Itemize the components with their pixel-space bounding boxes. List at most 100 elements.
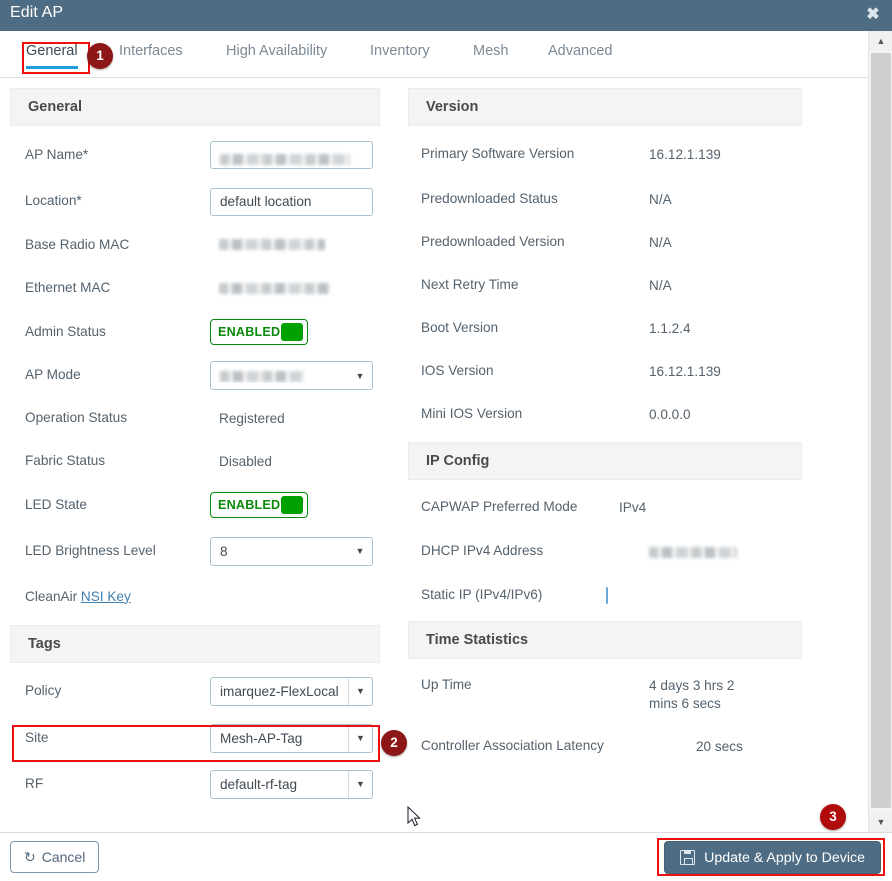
tab-active-underline	[26, 66, 78, 69]
chevron-down-icon[interactable]: ▼	[348, 677, 372, 705]
tab-mesh[interactable]: Mesh	[473, 43, 508, 59]
admin-status-control: ENABLED	[210, 319, 380, 345]
row-rf-tag: RF default-rf-tag ▼	[10, 761, 380, 807]
predownloaded-version-value: N/A	[649, 235, 672, 250]
tab-interfaces[interactable]: Interfaces	[119, 43, 183, 59]
up-time-label: Up Time	[421, 677, 472, 692]
tab-inventory[interactable]: Inventory	[370, 43, 430, 59]
row-led-brightness: LED Brightness Level 8 ▼	[10, 527, 380, 575]
ethernet-mac-control	[210, 280, 380, 298]
scrollbar-thumb[interactable]	[871, 53, 891, 808]
row-operation-status: Operation Status Registered	[10, 397, 380, 440]
row-predownloaded-status: Predownloaded Status N/A	[408, 178, 802, 221]
row-up-time: Up Time 4 days 3 hrs 2 mins 6 secs	[408, 663, 802, 725]
update-apply-to-device-button[interactable]: Update & Apply to Device	[664, 841, 881, 874]
admin-status-toggle[interactable]: ENABLED	[210, 319, 308, 345]
ap-name-redacted-value	[220, 153, 350, 165]
vertical-scrollbar[interactable]: ▲ ▼	[868, 31, 892, 832]
version-rows: Primary Software Version 16.12.1.139 Pre…	[408, 126, 802, 436]
ap-mode-redacted-value	[220, 370, 304, 382]
row-ap-name: AP Name*	[10, 130, 380, 180]
row-ap-mode: AP Mode ▼	[10, 354, 380, 397]
operation-status-label: Operation Status	[25, 410, 128, 425]
close-icon[interactable]: ✖	[862, 5, 884, 27]
scroll-up-arrow-icon[interactable]: ▲	[869, 31, 892, 51]
update-apply-button-label: Update & Apply to Device	[704, 849, 865, 866]
tab-high-availability[interactable]: High Availability	[226, 43, 327, 59]
row-primary-software-version: Primary Software Version 16.12.1.139	[408, 130, 802, 178]
section-header-tags: Tags	[10, 625, 380, 663]
row-predownloaded-version: Predownloaded Version N/A	[408, 221, 802, 264]
static-ip-control	[606, 586, 608, 604]
ap-mode-label: AP Mode	[25, 367, 81, 382]
row-fabric-status: Fabric Status Disabled	[10, 440, 380, 483]
led-state-toggle-label: ENABLED	[218, 498, 281, 512]
row-base-radio-mac: Base Radio MAC	[10, 223, 380, 267]
dhcp-ipv4-address-value	[649, 544, 737, 559]
boot-version-label: Boot Version	[421, 320, 499, 335]
chevron-down-icon[interactable]: ▼	[348, 724, 372, 752]
cleanair-label: CleanAir NSI Key	[25, 589, 131, 606]
row-ios-version: IOS Version 16.12.1.139	[408, 350, 802, 393]
row-dhcp-ipv4-address: DHCP IPv4 Address	[408, 530, 802, 573]
next-retry-time-value: N/A	[649, 278, 672, 293]
led-brightness-select[interactable]: 8 ▼	[210, 536, 373, 566]
ap-name-input[interactable]	[210, 141, 373, 169]
scroll-down-arrow-icon[interactable]: ▼	[869, 812, 892, 832]
static-ip-checkbox[interactable]	[606, 586, 608, 604]
save-disk-icon	[680, 850, 696, 865]
chevron-down-icon[interactable]: ▼	[348, 770, 372, 798]
row-led-state: LED State ENABLED	[10, 483, 380, 527]
tags-rows: Policy imarquez-FlexLocal ▼ Site Mesh-AP…	[10, 663, 380, 807]
ap-mode-select[interactable]: ▼	[210, 361, 373, 390]
fabric-status-label: Fabric Status	[25, 453, 106, 468]
next-retry-time-label: Next Retry Time	[421, 277, 519, 292]
mini-ios-version-value: 0.0.0.0	[649, 407, 691, 422]
cancel-button-label: Cancel	[41, 849, 86, 865]
cleanair-label-text: CleanAir	[25, 588, 78, 604]
tab-advanced-label: Advanced	[548, 43, 613, 59]
mini-ios-version-label: Mini IOS Version	[421, 406, 523, 421]
annotation-badge-3: 3	[820, 804, 846, 830]
admin-status-toggle-knob	[281, 323, 303, 341]
row-policy-tag: Policy imarquez-FlexLocal ▼	[10, 667, 380, 715]
controller-association-latency-label: Controller Association Latency	[421, 738, 604, 753]
row-controller-association-latency: Controller Association Latency 20 secs	[408, 725, 802, 768]
led-brightness-control: 8 ▼	[210, 536, 380, 566]
section-header-general: General	[10, 88, 380, 126]
row-admin-status: Admin Status ENABLED	[10, 310, 380, 354]
row-ethernet-mac: Ethernet MAC	[10, 267, 380, 310]
admin-status-label: Admin Status	[25, 323, 106, 339]
nsi-key-link[interactable]: NSI Key	[81, 589, 131, 604]
row-capwap-preferred-mode: CAPWAP Preferred Mode IPv4	[408, 484, 802, 530]
led-brightness-label-text: LED Brightness Level	[25, 542, 156, 558]
chevron-down-icon[interactable]: ▼	[348, 538, 372, 565]
tab-general[interactable]: General	[26, 43, 78, 69]
primary-software-version-value: 16.12.1.139	[649, 146, 721, 162]
ap-mode-selected-value	[211, 368, 348, 383]
ap-mode-control: ▼	[210, 361, 380, 390]
location-label: Location*	[25, 193, 82, 208]
policy-tag-selected-value: imarquez-FlexLocal	[220, 683, 339, 699]
site-tag-control: Mesh-AP-Tag ▼	[210, 723, 380, 753]
led-state-control: ENABLED	[210, 492, 380, 518]
admin-status-toggle-label: ENABLED	[218, 325, 281, 339]
chevron-down-icon[interactable]: ▼	[348, 362, 372, 389]
row-cleanair: CleanAir NSI Key	[10, 575, 380, 619]
base-radio-mac-redacted-value	[219, 239, 325, 251]
rf-tag-select[interactable]: default-rf-tag ▼	[210, 769, 373, 799]
tab-advanced[interactable]: Advanced	[548, 43, 613, 59]
ap-name-control	[210, 141, 380, 169]
right-column: Version Primary Software Version 16.12.1…	[408, 88, 802, 768]
led-state-toggle[interactable]: ENABLED	[210, 492, 308, 518]
location-input[interactable]: default location	[210, 187, 373, 216]
policy-tag-select[interactable]: imarquez-FlexLocal ▼	[210, 676, 373, 706]
ap-name-label: AP Name*	[25, 146, 89, 162]
site-tag-select[interactable]: Mesh-AP-Tag ▼	[210, 723, 373, 753]
tab-mesh-label: Mesh	[473, 43, 509, 59]
ethernet-mac-label: Ethernet MAC	[25, 280, 111, 295]
row-mini-ios-version: Mini IOS Version 0.0.0.0	[408, 393, 802, 436]
cancel-button[interactable]: ↻ Cancel	[10, 841, 100, 873]
rf-tag-control: default-rf-tag ▼	[210, 769, 380, 799]
tab-interfaces-label: Interfaces	[119, 43, 183, 59]
